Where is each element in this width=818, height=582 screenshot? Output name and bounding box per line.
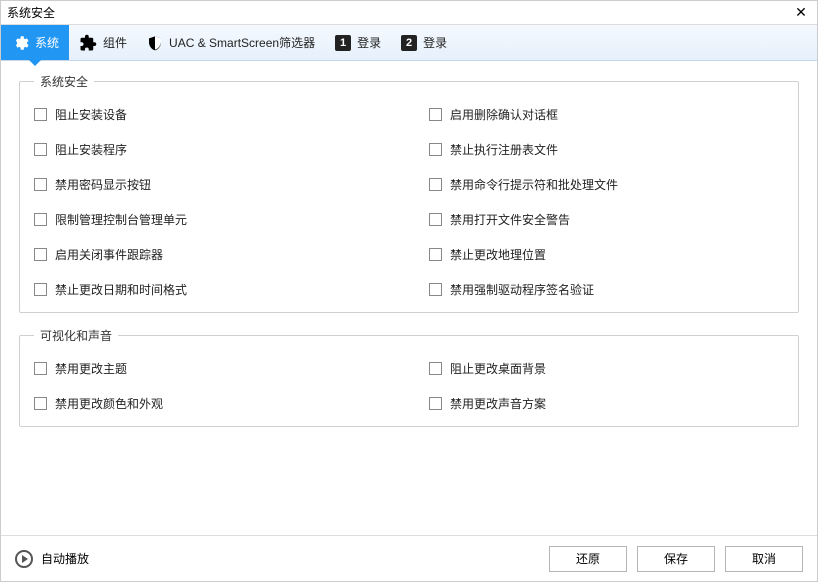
checkbox-label: 启用删除确认对话框 <box>450 106 558 123</box>
cancel-button[interactable]: 取消 <box>725 546 803 572</box>
checkbox-icon <box>429 283 442 296</box>
group-system-security: 系统安全 阻止安装设备 启用删除确认对话框阻止安装程序 禁止执行注册表文件禁用密码显… <box>19 73 799 313</box>
tab-components[interactable]: 组件 <box>69 25 137 60</box>
checkbox-icon <box>34 248 47 261</box>
gear-icon <box>11 34 29 52</box>
checkbox-option[interactable]: 禁用打开文件安全警告 <box>429 211 784 228</box>
checkbox-option[interactable]: 禁用更改声音方案 <box>429 395 784 412</box>
autoplay-button[interactable]: 自动播放 <box>15 550 539 568</box>
checkbox-label: 启用关闭事件跟踪器 <box>55 246 163 263</box>
checkbox-option[interactable]: 阻止更改桌面背景 <box>429 360 784 377</box>
checkbox-option[interactable]: 禁用更改颜色和外观 <box>34 395 389 412</box>
checkbox-icon <box>34 108 47 121</box>
number-badge-icon: 1 <box>335 35 351 51</box>
checkbox-option[interactable]: 禁用强制驱动程序签名验证 <box>429 281 784 298</box>
checkbox-option[interactable]: 禁用更改主题 <box>34 360 389 377</box>
close-icon[interactable]: ✕ <box>791 4 811 21</box>
checkbox-option[interactable]: 禁用密码显示按钮 <box>34 176 389 193</box>
tab-uac-smartscreen[interactable]: UAC & SmartScreen筛选器 <box>137 25 325 60</box>
tab-system[interactable]: 系统 <box>1 25 69 60</box>
checkbox-label: 禁用命令行提示符和批处理文件 <box>450 176 618 193</box>
checkbox-label: 禁用密码显示按钮 <box>55 176 151 193</box>
checkbox-label: 限制管理控制台管理单元 <box>55 211 187 228</box>
checkbox-option[interactable]: 禁止更改日期和时间格式 <box>34 281 389 298</box>
tab-label: 组件 <box>103 34 127 51</box>
checkbox-option[interactable]: 禁止更改地理位置 <box>429 246 784 263</box>
checkbox-icon <box>34 143 47 156</box>
window-title: 系统安全 <box>7 4 55 21</box>
checkbox-icon <box>34 362 47 375</box>
checkbox-label: 禁止执行注册表文件 <box>450 141 558 158</box>
tabbar: 系统 组件 UAC & SmartScreen筛选器 1 登录 2 登录 <box>1 25 817 61</box>
tab-label: 登录 <box>423 34 447 51</box>
checkbox-option[interactable]: 启用删除确认对话框 <box>429 106 784 123</box>
checkbox-icon <box>429 362 442 375</box>
tab-label: 登录 <box>357 34 381 51</box>
checkbox-icon <box>429 143 442 156</box>
checkbox-icon <box>34 178 47 191</box>
tab-label: UAC & SmartScreen筛选器 <box>169 34 315 51</box>
tab-login-1[interactable]: 1 登录 <box>325 25 391 60</box>
tab-label: 系统 <box>35 34 59 51</box>
titlebar: 系统安全 ✕ <box>1 1 817 25</box>
save-button[interactable]: 保存 <box>637 546 715 572</box>
checkbox-label: 禁用强制驱动程序签名验证 <box>450 281 594 298</box>
checkbox-option[interactable]: 阻止安装设备 <box>34 106 389 123</box>
checkbox-option[interactable]: 禁用命令行提示符和批处理文件 <box>429 176 784 193</box>
checkbox-option[interactable]: 限制管理控制台管理单元 <box>34 211 389 228</box>
checkbox-icon <box>34 397 47 410</box>
checkbox-icon <box>34 213 47 226</box>
checkbox-icon <box>429 178 442 191</box>
checkbox-icon <box>429 248 442 261</box>
restore-button[interactable]: 还原 <box>549 546 627 572</box>
checkbox-label: 阻止安装程序 <box>55 141 127 158</box>
checkbox-label: 禁用更改颜色和外观 <box>55 395 163 412</box>
checkbox-icon <box>429 108 442 121</box>
footer: 自动播放 还原 保存 取消 <box>1 535 817 581</box>
checkbox-label: 禁用打开文件安全警告 <box>450 211 570 228</box>
shield-icon <box>147 34 163 52</box>
checkbox-label: 阻止更改桌面背景 <box>450 360 546 377</box>
checkbox-label: 禁用更改声音方案 <box>450 395 546 412</box>
puzzle-icon <box>79 34 97 52</box>
checkbox-label: 阻止安装设备 <box>55 106 127 123</box>
checkbox-label: 禁止更改地理位置 <box>450 246 546 263</box>
group-visual-sound: 可视化和声音 禁用更改主题 阻止更改桌面背景禁用更改颜色和外观 禁用更改声音方案 <box>19 327 799 427</box>
autoplay-label: 自动播放 <box>41 550 89 567</box>
checkbox-option[interactable]: 启用关闭事件跟踪器 <box>34 246 389 263</box>
content-area: 系统安全 阻止安装设备 启用删除确认对话框阻止安装程序 禁止执行注册表文件禁用密码显… <box>1 61 817 535</box>
checkbox-icon <box>429 213 442 226</box>
play-icon <box>15 550 33 568</box>
group-legend: 系统安全 <box>34 73 94 90</box>
checkbox-option[interactable]: 阻止安装程序 <box>34 141 389 158</box>
checkbox-label: 禁止更改日期和时间格式 <box>55 281 187 298</box>
number-badge-icon: 2 <box>401 35 417 51</box>
group-legend: 可视化和声音 <box>34 327 118 344</box>
checkbox-icon <box>429 397 442 410</box>
checkbox-label: 禁用更改主题 <box>55 360 127 377</box>
tab-login-2[interactable]: 2 登录 <box>391 25 457 60</box>
checkbox-icon <box>34 283 47 296</box>
checkbox-option[interactable]: 禁止执行注册表文件 <box>429 141 784 158</box>
